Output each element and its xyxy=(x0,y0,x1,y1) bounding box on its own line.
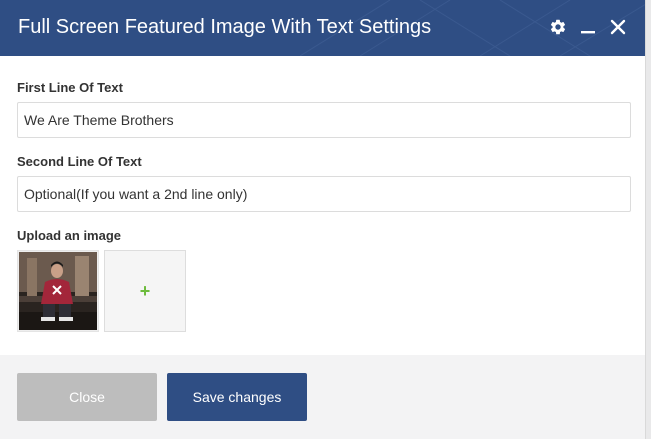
uploaded-image-thumbnail[interactable] xyxy=(17,250,99,332)
add-image-button[interactable]: + xyxy=(104,250,186,332)
first-line-label: First Line Of Text xyxy=(17,80,123,95)
minimize-icon[interactable] xyxy=(576,14,600,40)
dialog-header: Full Screen Featured Image With Text Set… xyxy=(0,0,645,56)
gear-icon[interactable] xyxy=(546,14,570,40)
plus-icon: + xyxy=(139,280,151,301)
settings-dialog: Full Screen Featured Image With Text Set… xyxy=(0,0,646,439)
dialog-footer: Close Save changes xyxy=(0,355,645,439)
second-line-label: Second Line Of Text xyxy=(17,154,142,169)
first-line-input[interactable] xyxy=(17,102,631,138)
upload-image-label: Upload an image xyxy=(17,228,122,243)
save-changes-button[interactable]: Save changes xyxy=(167,373,307,421)
thumbnail-photo xyxy=(19,252,97,330)
dialog-title: Full Screen Featured Image With Text Set… xyxy=(18,16,432,38)
second-line-input[interactable] xyxy=(17,176,631,212)
close-button[interactable]: Close xyxy=(17,373,157,421)
close-icon[interactable] xyxy=(606,14,630,40)
